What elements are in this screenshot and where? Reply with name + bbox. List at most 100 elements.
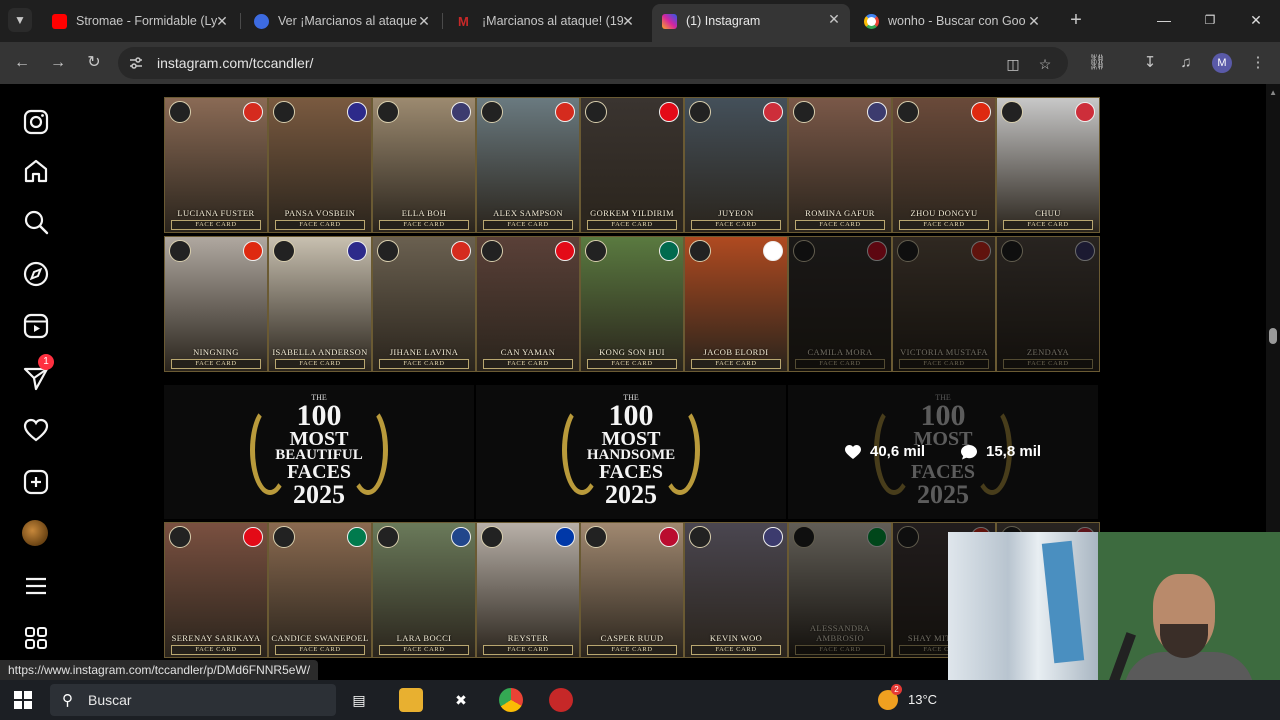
install-app-icon[interactable]: ◫ xyxy=(1004,55,1022,73)
more-menu-icon[interactable] xyxy=(22,572,50,600)
face-card-post[interactable]: KEVIN WOO FACE CARD xyxy=(684,522,788,658)
face-card-label: FACE CARD xyxy=(1003,359,1093,369)
create-plus-icon[interactable] xyxy=(22,468,50,496)
comment-bubble-icon xyxy=(961,445,977,460)
close-tab-icon[interactable]: ✕ xyxy=(620,6,636,36)
face-card-post[interactable]: ISABELLA ANDERSON FACE CARD xyxy=(268,236,372,372)
person-name: ALEX SAMPSON xyxy=(493,208,563,218)
face-card-post[interactable]: ELLA BOH FACE CARD xyxy=(372,97,476,233)
face-card-post[interactable]: SERENAY SARIKAYA FACE CARD xyxy=(164,522,268,658)
face-card-post[interactable]: ZENDAYA FACE CARD xyxy=(996,236,1100,372)
close-tab-icon[interactable]: ✕ xyxy=(1026,6,1042,36)
extensions-icon[interactable]: ⛓ xyxy=(1085,51,1109,75)
face-card-post[interactable]: ZHOU DONGYU FACE CARD xyxy=(892,97,996,233)
address-bar[interactable]: instagram.com/tccandler/ ◫ ☆ xyxy=(118,47,1068,79)
url-text: instagram.com/tccandler/ xyxy=(157,55,314,71)
reload-icon[interactable]: ↻ xyxy=(82,51,106,75)
tab-marcianos[interactable]: M ¡Marcianos al ataque! (1⁠9 ✕ xyxy=(448,6,644,36)
face-card-post[interactable]: CAMILA MORA FACE CARD xyxy=(788,236,892,372)
tab-title: Stromae - Formidable (Ly xyxy=(76,14,218,28)
faces-logo-icon xyxy=(481,526,503,548)
face-card-post[interactable]: CHUU FACE CARD xyxy=(996,97,1100,233)
face-card-post[interactable]: NINGNING FACE CARD xyxy=(164,236,268,372)
person-name: KEVIN WOO xyxy=(709,633,763,643)
face-card-post[interactable]: KONG SON HUI FACE CARD xyxy=(580,236,684,372)
person-name: KONG SON HUI xyxy=(599,347,665,357)
capcut-icon[interactable]: ✖ xyxy=(449,688,473,712)
task-view-icon[interactable]: ▤ xyxy=(347,688,371,712)
faces-logo-icon xyxy=(585,240,607,262)
face-card-label: FACE CARD xyxy=(483,220,573,230)
person-name: GORKEM YILDIRIM xyxy=(590,208,674,218)
face-card-post[interactable]: JACOB ELORDI FACE CARD xyxy=(684,236,788,372)
messages-send-icon[interactable]: 1 xyxy=(22,354,54,392)
faces-logo-icon xyxy=(897,526,919,548)
search-icon: ⚲ xyxy=(62,692,73,709)
tab-instagram[interactable]: (1) Instagram ✕ xyxy=(652,4,850,42)
tab-wonho-google[interactable]: wonho - Buscar con Goo ✕ xyxy=(854,6,1050,36)
country-flag-icon xyxy=(451,527,471,547)
person-name: LUCIANA FUSTER xyxy=(177,208,255,218)
face-card-post[interactable]: LUCIANA FUSTER FACE CARD xyxy=(164,97,268,233)
back-arrow-icon[interactable]: ← xyxy=(10,51,34,75)
file-explorer-icon[interactable] xyxy=(399,688,423,712)
instagram-sidebar: 1 xyxy=(0,84,72,680)
chrome-icon[interactable] xyxy=(499,688,523,712)
also-from-meta-icon[interactable] xyxy=(22,624,50,652)
instagram-logo-icon[interactable] xyxy=(22,108,50,136)
restore-icon[interactable]: ❐ xyxy=(1198,8,1222,32)
country-flag-icon xyxy=(347,102,367,122)
window-close-icon[interactable]: ✕ xyxy=(1244,8,1268,32)
new-tab-button[interactable]: + xyxy=(1066,9,1086,31)
explore-compass-icon[interactable] xyxy=(22,260,50,288)
face-card-post[interactable]: JUYEON FACE CARD xyxy=(684,97,788,233)
tab-search-button[interactable]: ▼ xyxy=(8,8,32,32)
tab-stromae[interactable]: Stromae - Formidable (Ly ✕ xyxy=(42,6,238,36)
tab-separator xyxy=(240,13,241,29)
country-flag-icon xyxy=(451,241,471,261)
minimize-icon[interactable]: — xyxy=(1152,8,1176,32)
media-controls-icon[interactable]: ♫ xyxy=(1174,51,1198,75)
tab-ver-marcianos[interactable]: Ver ¡Marcianos al ataque ✕ xyxy=(244,6,440,36)
windows-start-icon[interactable] xyxy=(14,691,32,709)
post-most-beautiful-faces[interactable]: THE 100 MOST BEAUTIFUL FACES 2025 xyxy=(164,385,474,519)
browser-toolbar: ← → ↻ instagram.com/tccandler/ ◫ ☆ ⛓ ↧ ♫… xyxy=(0,42,1280,84)
downloads-icon[interactable]: ↧ xyxy=(1138,51,1162,75)
profile-avatar-icon[interactable] xyxy=(22,520,48,546)
face-card-label: FACE CARD xyxy=(1003,220,1093,230)
face-card-post[interactable]: ROMINA GAFUR FACE CARD xyxy=(788,97,892,233)
site-settings-icon[interactable] xyxy=(128,55,144,71)
face-card-post[interactable]: ALESSANDRA AMBROSIO FACE CARD xyxy=(788,522,892,658)
face-card-post[interactable]: VICTORIA MUSTAFA FACE CARD xyxy=(892,236,996,372)
face-card-label: FACE CARD xyxy=(587,645,677,655)
obs-icon[interactable] xyxy=(549,688,573,712)
face-card-post[interactable]: CASPER RUUD FACE CARD xyxy=(580,522,684,658)
menu-kebab-icon[interactable]: ⋮ xyxy=(1246,51,1270,75)
bookmark-star-icon[interactable]: ☆ xyxy=(1036,55,1054,73)
faces-logo-icon xyxy=(689,101,711,123)
face-card-post[interactable]: PANSA VOSBEIN FACE CARD xyxy=(268,97,372,233)
forward-arrow-icon[interactable]: → xyxy=(46,51,70,75)
face-card-post[interactable]: REYSTER FACE CARD xyxy=(476,522,580,658)
close-tab-icon[interactable]: ✕ xyxy=(416,6,432,36)
reels-icon[interactable] xyxy=(22,312,50,340)
scrollbar-thumb[interactable] xyxy=(1269,328,1277,344)
close-tab-icon[interactable]: ✕ xyxy=(214,6,230,36)
profile-avatar[interactable]: M xyxy=(1212,53,1232,73)
taskbar-search-box[interactable]: ⚲ Buscar xyxy=(50,684,336,716)
face-card-post[interactable]: ALEX SAMPSON FACE CARD xyxy=(476,97,580,233)
portrait-photo xyxy=(789,523,891,657)
faces-logo-icon xyxy=(377,101,399,123)
face-card-post[interactable]: JIHANE LAVINA FACE CARD xyxy=(372,236,476,372)
home-icon[interactable] xyxy=(22,157,50,185)
post-most-faces-hovered[interactable]: THE 100 MOST FACES 2025 40,6 mil 15,8 mi… xyxy=(788,385,1098,519)
notifications-heart-icon[interactable] xyxy=(22,416,50,444)
face-card-post[interactable]: GORKEM YILDIRIM FACE CARD xyxy=(580,97,684,233)
face-card-post[interactable]: CAN YAMAN FACE CARD xyxy=(476,236,580,372)
close-tab-icon[interactable]: ✕ xyxy=(826,4,842,36)
scroll-up-arrow-icon[interactable]: ▲ xyxy=(1269,88,1277,97)
post-most-handsome-faces[interactable]: THE 100 MOST HANDSOME FACES 2025 xyxy=(476,385,786,519)
face-card-post[interactable]: CANDICE SWANEPOEL FACE CARD xyxy=(268,522,372,658)
face-card-post[interactable]: LARA BOCCI FACE CARD xyxy=(372,522,476,658)
search-icon[interactable] xyxy=(22,208,50,236)
